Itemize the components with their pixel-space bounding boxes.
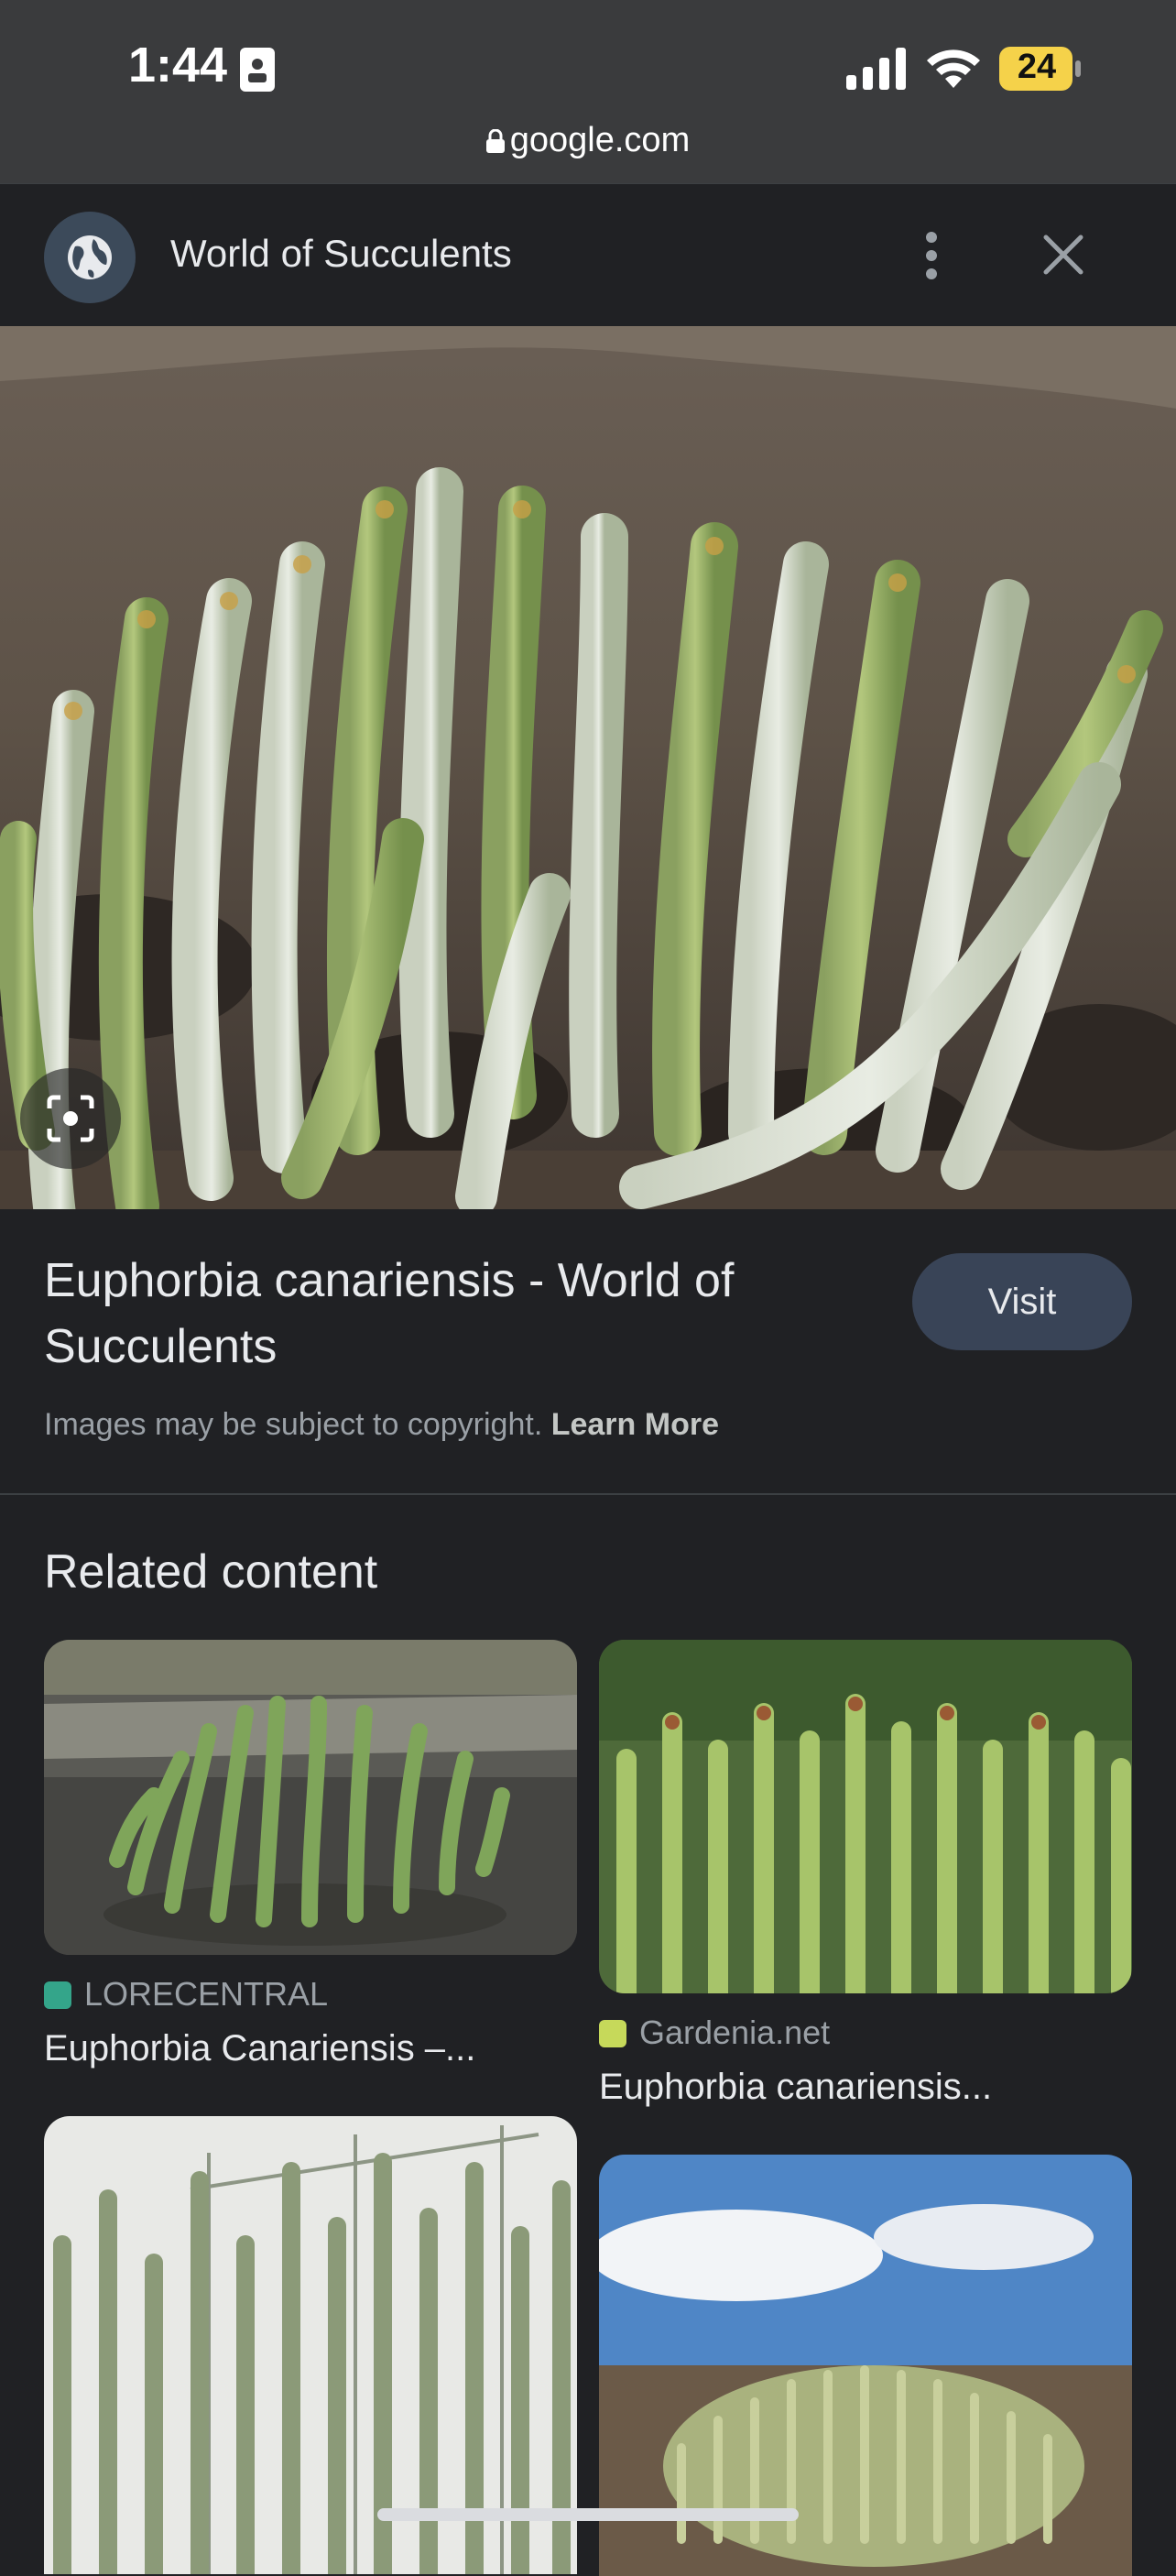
source-name: LORECENTRAL [84,1975,329,2013]
address-bar[interactable]: google.com [0,121,1176,160]
related-photo [44,1640,577,1955]
lock-icon [485,129,505,153]
related-caption-1[interactable]: Euphorbia Canariensis –... [44,2028,475,2069]
source-favicon-icon [44,1981,71,2009]
related-heading: Related content [44,1545,378,1599]
more-vert-icon[interactable] [916,230,947,281]
site-title[interactable]: World of Succulents [170,232,512,276]
related-caption-2[interactable]: Euphorbia canariensis... [599,2067,992,2108]
copyright-text: Images may be subject to copyright. [44,1407,543,1442]
divider [0,1493,1176,1495]
lens-icon [47,1095,94,1142]
result-title[interactable]: Euphorbia canariensis - World of Succule… [44,1248,850,1380]
related-image-2[interactable] [599,1640,1132,1993]
url-text: google.com [509,121,691,159]
wifi-icon [927,49,980,88]
lens-button[interactable] [20,1068,121,1169]
status-bar: 1:44 24 google.com [0,0,1176,183]
globe-icon [68,235,112,279]
main-image[interactable] [0,326,1176,1209]
related-image-1[interactable] [44,1640,577,1955]
related-source-2[interactable]: Gardenia.net [599,2014,830,2052]
id-card-icon [240,48,275,92]
home-indicator[interactable] [377,2508,799,2521]
site-favicon [44,212,136,303]
copyright-notice: Images may be subject to copyright. Lear… [44,1407,719,1443]
related-photo [44,2116,577,2574]
source-favicon-icon [599,2020,626,2047]
learn-more-link[interactable]: Learn More [551,1407,719,1442]
close-icon[interactable] [1040,232,1086,278]
signal-icon [846,48,906,90]
status-time: 1:44 [128,38,228,93]
result-header: World of Succulents [0,183,1176,327]
related-source-1[interactable]: LORECENTRAL [44,1975,328,2014]
related-image-3[interactable] [44,2116,577,2574]
related-photo [599,1640,1132,1993]
cactus-photo [0,326,1176,1209]
source-name: Gardenia.net [639,2014,831,2051]
visit-button[interactable]: Visit [912,1253,1132,1350]
battery-level: 24 [1017,48,1057,86]
